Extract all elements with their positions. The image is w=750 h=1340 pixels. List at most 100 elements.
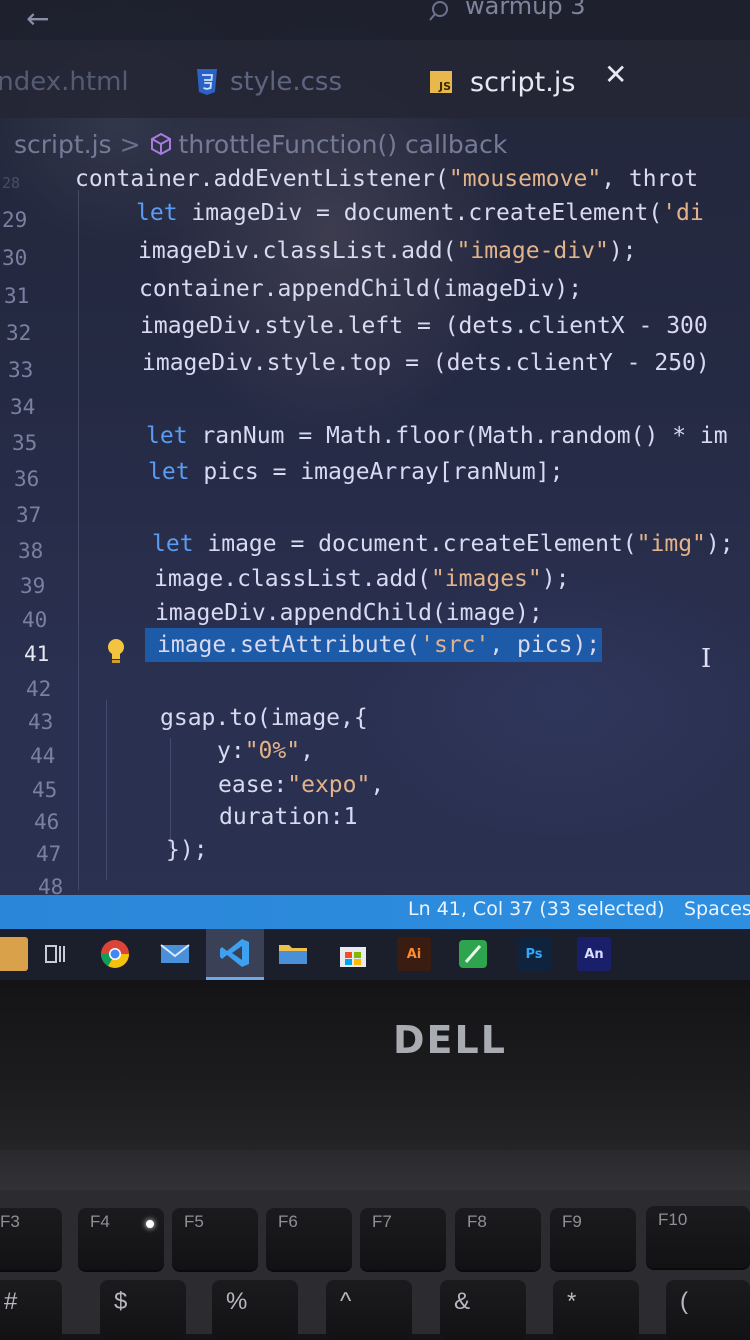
key-label: F4	[90, 1212, 110, 1231]
animate-label: An	[584, 946, 604, 962]
photoshop-icon[interactable]: Ps	[517, 937, 551, 971]
title-bar: ← warmup 3	[0, 0, 750, 40]
cursor-position-status[interactable]: Ln 41, Col 37 (33 selected)	[408, 898, 665, 920]
key-9: (	[666, 1280, 750, 1340]
line-number: 36	[14, 467, 40, 491]
key-f9: F9	[550, 1208, 636, 1270]
line-number: 40	[22, 608, 48, 632]
search-icon[interactable]	[428, 0, 450, 22]
animate-icon[interactable]: An	[577, 937, 611, 971]
line-number: 35	[12, 431, 38, 455]
css-file-icon	[197, 69, 217, 95]
key-4: $	[100, 1280, 186, 1340]
indent-guide	[106, 700, 107, 880]
tab-style-css[interactable]: style.css	[196, 62, 342, 102]
text-cursor-icon: I	[701, 644, 712, 674]
key-label: *	[567, 1288, 577, 1315]
code-line: container.addEventListener("mousemove", …	[75, 166, 699, 192]
code-line: imageDiv.classList.add("image-div");	[138, 238, 637, 264]
code-line: let imageDiv = document.createElement('d…	[136, 200, 704, 226]
breadcrumb-file[interactable]: script.js	[14, 130, 112, 159]
line-number: 45	[32, 778, 58, 802]
indent-guide	[78, 190, 79, 890]
key-f5: F5	[172, 1208, 258, 1270]
line-number: 37	[16, 503, 42, 527]
breadcrumb: script.js > throttleFunction() callback	[14, 124, 507, 164]
key-label: (	[680, 1288, 688, 1315]
key-label: $	[114, 1288, 128, 1315]
tab-label: index.html	[0, 67, 129, 97]
key-label: F3	[0, 1212, 20, 1231]
mail-icon[interactable]	[158, 937, 192, 971]
laptop-screen: ← warmup 3 index.html style.css JS scrip…	[0, 0, 750, 980]
code-line: gsap.to(image,{	[160, 705, 368, 731]
line-number-active: 41	[24, 642, 50, 666]
illustrator-icon[interactable]: Ai	[397, 937, 431, 971]
key-label: #	[4, 1288, 18, 1315]
code-line: });	[166, 837, 208, 863]
tab-script-js[interactable]: JS script.js	[430, 62, 575, 102]
vscode-taskbar-active[interactable]	[206, 929, 264, 980]
status-bar: Ln 41, Col 37 (33 selected) Spaces	[0, 895, 750, 929]
line-number: 47	[36, 842, 62, 866]
code-line: let ranNum = Math.floor(Math.random() * …	[146, 423, 728, 449]
code-line: let pics = imageArray[ranNum];	[148, 459, 564, 485]
line-number: 31	[4, 284, 30, 308]
code-line: imageDiv.style.top = (dets.clientY - 250…	[142, 350, 710, 376]
key-label: &	[454, 1288, 471, 1315]
store-icon[interactable]	[336, 937, 370, 971]
key-f4: F4	[78, 1208, 164, 1270]
line-number: 34	[10, 395, 36, 419]
lightbulb-icon[interactable]	[106, 638, 126, 664]
tab-label: style.css	[230, 67, 342, 97]
key-5: %	[212, 1280, 298, 1340]
vscode-icon	[220, 939, 249, 967]
sheets-icon[interactable]	[456, 937, 490, 971]
indent-guide	[170, 738, 171, 848]
key-label: ^	[340, 1288, 352, 1315]
close-tab-icon[interactable]: ✕	[604, 58, 627, 91]
key-f10: F10	[646, 1206, 750, 1268]
code-editor[interactable]: 28 29 30 31 32 33 34 35 36 37 38 39 40 4…	[0, 160, 750, 899]
line-number: 32	[6, 321, 32, 345]
chrome-icon[interactable]	[98, 937, 132, 971]
line-number: 39	[20, 574, 46, 598]
keyboard: F3 F4 F5 F6 F7 F8 F9 F10 # $ % ^ & * (	[0, 1190, 750, 1340]
window-title: warmup 3	[465, 0, 586, 20]
start-icon[interactable]	[0, 937, 28, 971]
line-number: 38	[18, 539, 44, 563]
code-line: image.classList.add("images");	[154, 566, 570, 592]
back-arrow-icon[interactable]: ←	[26, 2, 49, 35]
breadcrumb-symbol[interactable]: throttleFunction() callback	[179, 130, 508, 159]
symbol-method-icon	[150, 132, 171, 156]
line-number: 43	[28, 710, 54, 734]
code-line: y:"0%",	[217, 738, 314, 764]
key-3: #	[0, 1280, 62, 1340]
laptop-hinge	[0, 1150, 750, 1190]
key-label: F7	[372, 1212, 392, 1231]
code-line: imageDiv.appendChild(image);	[155, 600, 543, 626]
line-number: 33	[8, 358, 34, 382]
task-view-icon[interactable]	[38, 937, 72, 971]
line-number: 42	[26, 677, 52, 701]
key-label: F5	[184, 1212, 204, 1231]
file-explorer-icon[interactable]	[276, 937, 310, 971]
tab-bar: index.html style.css JS script.js ✕	[0, 40, 750, 118]
dell-logo: DELL	[393, 1018, 507, 1062]
breadcrumb-separator: >	[119, 129, 141, 159]
key-label: F10	[658, 1210, 688, 1229]
indentation-status[interactable]: Spaces	[684, 898, 750, 920]
js-file-icon: JS	[430, 71, 452, 93]
key-f6: F6	[266, 1208, 352, 1270]
line-number: 46	[34, 810, 60, 834]
code-line-selected: image.setAttribute('src', pics);	[145, 628, 603, 662]
code-line: container.appendChild(imageDiv);	[139, 276, 583, 302]
key-label: F9	[562, 1212, 582, 1231]
line-number: 28	[2, 174, 21, 192]
windows-taskbar: Ai Ps An	[0, 929, 750, 980]
tab-label: script.js	[470, 66, 576, 98]
laptop-bezel	[0, 980, 750, 1150]
illustrator-label: Ai	[406, 946, 422, 962]
tab-index-html[interactable]: index.html	[0, 62, 129, 102]
code-line: duration:1	[219, 804, 358, 830]
